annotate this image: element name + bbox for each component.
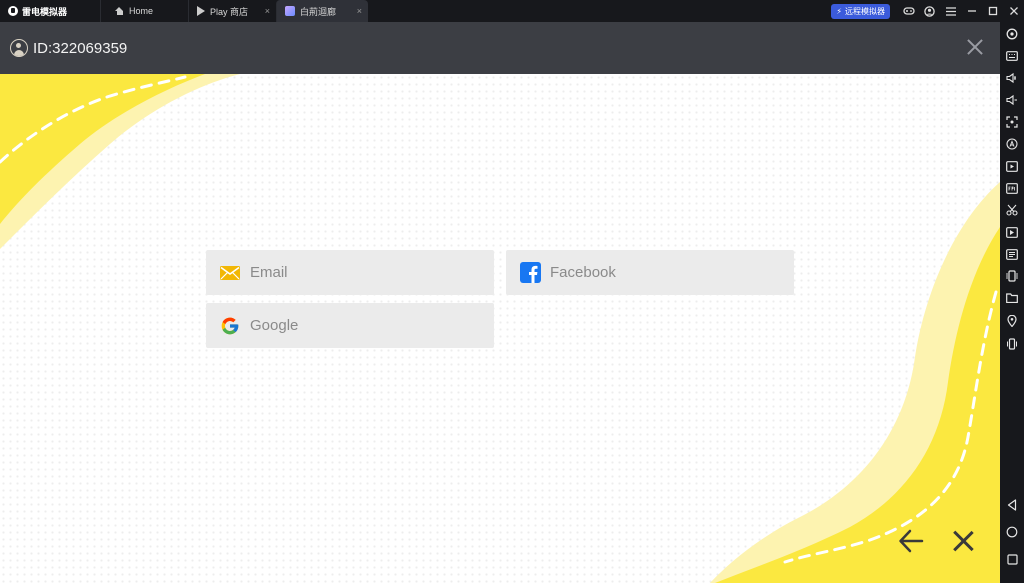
back-arrow-icon[interactable] xyxy=(898,528,924,554)
menu-icon[interactable] xyxy=(940,0,961,22)
volume-down-icon[interactable] xyxy=(1005,93,1019,107)
app-name: 雷电模拟器 xyxy=(22,6,68,17)
back-icon[interactable] xyxy=(1005,498,1019,512)
tab-label: Home xyxy=(129,6,154,16)
email-icon-wrap xyxy=(219,262,241,284)
auto-icon[interactable] xyxy=(1005,137,1019,151)
bottom-right-wave-decoration xyxy=(710,182,1000,583)
list-icon[interactable] xyxy=(1005,247,1019,261)
folder-icon[interactable] xyxy=(1005,291,1019,305)
facebook-login-button[interactable]: Facebook xyxy=(506,250,794,295)
header-close-icon[interactable] xyxy=(964,36,986,58)
email-login-button[interactable]: Email xyxy=(206,250,494,295)
game-viewport: ID:322069359 Email Facebook Google xyxy=(0,22,1000,583)
ldplayer-logo-icon xyxy=(8,6,18,16)
keyboard-icon[interactable] xyxy=(1005,49,1019,63)
tab-game[interactable]: 白荊迴廊 × xyxy=(276,0,368,22)
remote-emulator-label: 远程模拟器 xyxy=(845,6,885,16)
play-store-icon xyxy=(197,6,205,16)
title-bar: 雷电模拟器 Home Play 商店 × 白荊迴廊 × ⚡ 远程模拟器 xyxy=(0,0,1024,22)
envelope-icon xyxy=(220,265,240,280)
facebook-icon xyxy=(519,262,541,283)
minimize-icon[interactable] xyxy=(961,0,982,22)
emulator-sidebar xyxy=(1000,22,1024,583)
record-icon[interactable] xyxy=(1005,159,1019,173)
dialog-close-icon[interactable] xyxy=(950,528,976,554)
user-circle-icon[interactable] xyxy=(919,0,940,22)
google-login-button[interactable]: Google xyxy=(206,303,494,348)
tab-close-icon[interactable]: × xyxy=(265,6,270,16)
home-icon[interactable] xyxy=(1005,525,1019,539)
maximize-icon[interactable] xyxy=(982,0,1003,22)
lightning-icon: ⚡ xyxy=(836,6,842,16)
account-header: ID:322069359 xyxy=(0,22,1000,74)
google-login-label: Google xyxy=(250,317,299,334)
scissors-icon[interactable] xyxy=(1005,203,1019,217)
video-icon[interactable] xyxy=(1005,225,1019,239)
shake-icon[interactable] xyxy=(1005,337,1019,351)
remote-emulator-button[interactable]: ⚡ 远程模拟器 xyxy=(831,3,890,19)
rotate-icon[interactable] xyxy=(1005,269,1019,283)
recents-icon[interactable] xyxy=(1005,552,1019,566)
top-left-wave-decoration xyxy=(0,74,240,249)
gamepad-icon[interactable] xyxy=(898,0,919,22)
screenshot-icon[interactable] xyxy=(1005,115,1019,129)
home-icon xyxy=(115,6,124,16)
user-id: ID:322069359 xyxy=(33,39,128,57)
facebook-icon-wrap xyxy=(519,262,541,284)
settings-icon[interactable] xyxy=(1005,27,1019,41)
tab-home[interactable]: Home xyxy=(100,0,188,22)
location-icon[interactable] xyxy=(1005,314,1019,328)
google-icon-wrap xyxy=(219,315,241,337)
avatar-icon xyxy=(10,39,28,57)
tab-label: 白荊迴廊 xyxy=(300,6,337,17)
volume-up-icon[interactable] xyxy=(1005,71,1019,85)
tab-play-store[interactable]: Play 商店 × xyxy=(188,0,276,22)
email-login-label: Email xyxy=(250,264,288,281)
tab-label: Play 商店 xyxy=(210,6,249,17)
close-icon[interactable] xyxy=(1003,0,1024,22)
tab-close-icon[interactable]: × xyxy=(357,6,362,16)
fps-icon[interactable] xyxy=(1005,181,1019,195)
app-logo: 雷电模拟器 xyxy=(0,5,100,18)
facebook-login-label: Facebook xyxy=(550,264,616,281)
google-icon xyxy=(221,317,239,334)
game-app-icon xyxy=(285,6,295,16)
